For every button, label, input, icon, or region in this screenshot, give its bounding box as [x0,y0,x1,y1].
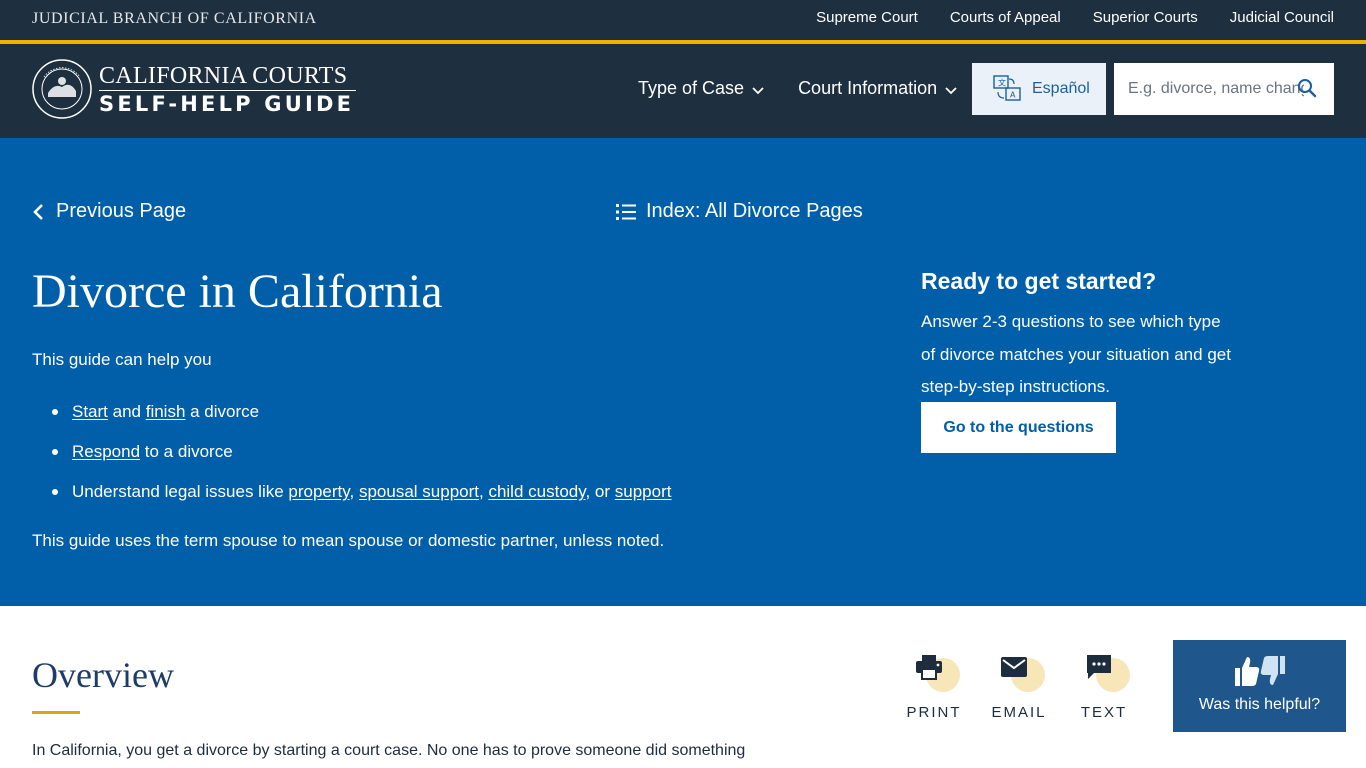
espanol-label: Español [1032,80,1090,97]
was-this-helpful-label: Was this helpful? [1198,696,1321,713]
text-label: TEXT [1080,704,1128,721]
index-label: Index: All Divorce Pages [646,200,863,222]
list-text: , or [585,482,615,501]
svg-text:文: 文 [998,78,1006,88]
chevron-left-icon [33,203,43,220]
list-text: and [107,402,146,421]
judicial-council-link[interactable]: Judicial Council [1230,9,1334,26]
search-box [1114,63,1334,115]
search-icon[interactable] [1297,78,1317,98]
index-all-divorce-pages-link[interactable]: Index: All Divorce Pages [616,200,863,223]
brand-subtitle[interactable]: SELF-HELP GUIDE [99,92,354,116]
list-text: , [349,482,359,501]
printer-icon [916,655,942,680]
court-seal-icon[interactable] [32,59,92,119]
top-utility-bar: JUDICIAL BRANCH OF CALIFORNIA Supreme Co… [0,0,1366,40]
respond-link[interactable]: Respond [72,442,140,461]
overview-underline [32,711,80,714]
hero-intro: This guide can help you [32,350,212,369]
hero-list: Start and finish a divorce Respond to a … [52,400,671,520]
spousal-support-link[interactable]: spousal support [359,482,479,501]
site-header: CALIFORNIA COURTS SELF-HELP GUIDE Type o… [0,44,1366,138]
superior-courts-link[interactable]: Superior Courts [1093,9,1198,26]
ready-text: Answer 2-3 questions to see which type o… [921,312,1231,396]
list-item: Start and finish a divorce [52,400,671,440]
property-link[interactable]: property [288,482,349,501]
main-nav: Type of Case Court Information [638,78,957,99]
finish-link[interactable]: finish [146,402,186,421]
thumbs-up-down-icon [1235,656,1285,686]
hero-section: Previous Page Index: All Divorce Pages D… [0,138,1366,606]
overview-text: In California, you get a divorce by star… [32,742,746,759]
text-button[interactable]: TEXT [1069,652,1139,721]
email-label: EMAIL [991,704,1047,721]
espanol-button[interactable]: 文 A Español [972,63,1106,115]
nav-type-of-case[interactable]: Type of Case [638,78,764,99]
previous-page-link[interactable]: Previous Page [32,200,186,223]
svg-text:A: A [1010,91,1016,100]
ready-title: Ready to get started? [921,268,1157,294]
top-links: Supreme Court Courts of Appeal Superior … [816,9,1334,26]
envelope-icon [1001,657,1027,677]
was-this-helpful-button[interactable]: Was this helpful? [1173,640,1346,732]
previous-page-label: Previous Page [56,200,187,222]
courts-of-appeal-link[interactable]: Courts of Appeal [950,9,1061,26]
overview-heading: Overview [32,655,174,695]
list-item: Respond to a divorce [52,440,671,480]
list-icon [616,203,636,220]
chevron-down-icon [752,86,764,94]
print-icon-wrap [914,652,960,692]
brand-title[interactable]: CALIFORNIA COURTS [99,63,347,90]
chat-bubble-icon [1087,655,1111,679]
brand-divider [99,90,356,91]
page-title: Divorce in California [32,265,443,318]
email-icon-wrap [999,652,1045,692]
print-button[interactable]: PRINT [899,652,969,721]
start-link[interactable]: Start [72,402,108,421]
supreme-court-link[interactable]: Supreme Court [816,9,918,26]
list-text: a divorce [185,402,260,421]
nav-court-information-label: Court Information [798,78,938,98]
list-item: Understand legal issues like property, s… [52,480,671,520]
nav-court-information[interactable]: Court Information [798,78,957,99]
go-to-questions-button[interactable]: Go to the questions [921,402,1116,453]
email-button[interactable]: EMAIL [984,652,1054,721]
print-label: PRINT [906,704,962,721]
nav-type-of-case-label: Type of Case [638,78,745,98]
child-custody-link[interactable]: child custody [488,482,585,501]
judicial-branch-title: JUDICIAL BRANCH OF CALIFORNIA [32,10,317,27]
list-text: Understand legal issues like [72,482,289,501]
list-text: to a divorce [140,442,233,461]
text-icon-wrap [1084,652,1130,692]
support-link[interactable]: support [615,482,672,501]
hero-note: This guide uses the term spouse to mean … [32,531,665,550]
translate-icon: 文 A [993,75,1021,101]
chevron-down-icon [945,86,957,94]
